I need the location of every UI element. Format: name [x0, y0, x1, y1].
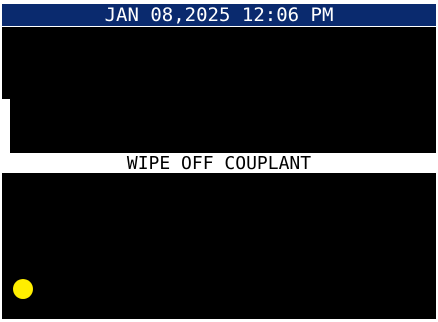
bottom-display-panel — [10, 173, 436, 319]
instruction-message: WIPE OFF COUPLANT — [2, 154, 436, 173]
device-screen: JAN 08,2025 12:06 PM WIPE OFF COUPLANT — [0, 0, 438, 322]
bottom-panel-edge — [2, 173, 10, 319]
top-display-panel — [10, 27, 436, 153]
datetime-title-bar: JAN 08,2025 12:06 PM — [2, 4, 436, 26]
top-panel-edge — [2, 27, 10, 99]
status-dot-icon — [13, 279, 33, 299]
